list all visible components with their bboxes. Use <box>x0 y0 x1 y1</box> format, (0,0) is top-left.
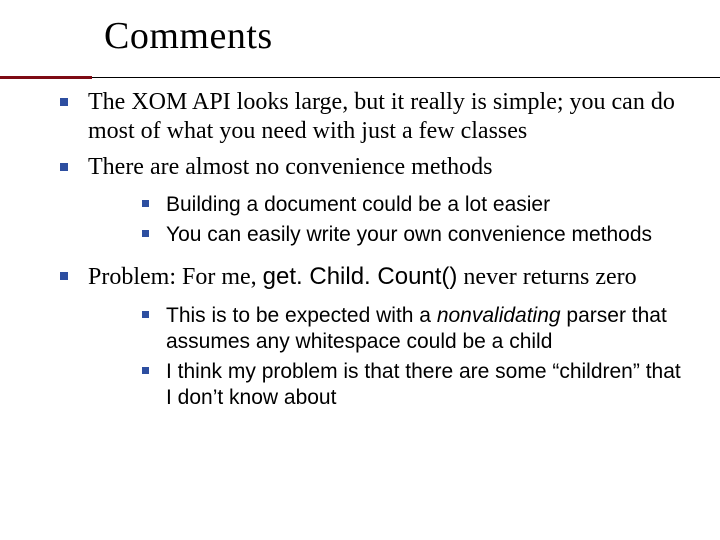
bullet-item: Problem: For me, get. Child. Count() nev… <box>58 262 692 411</box>
sub-bullet-item: You can easily write your own convenienc… <box>140 222 692 248</box>
bullet-text: There are almost no convenience methods <box>88 154 493 180</box>
emphasis: nonvalidating <box>437 304 561 327</box>
sub-bullet-item: I think my problem is that there are som… <box>140 359 692 412</box>
bullet-item: The XOM API looks large, but it really i… <box>58 88 692 147</box>
sub-bullet-item: This is to be expected with a nonvalidat… <box>140 303 692 356</box>
sub-bullet-text: I think my problem is that there are som… <box>166 360 681 409</box>
title-area: Comments <box>0 14 720 62</box>
bullet-item: There are almost no convenience methods … <box>58 153 692 249</box>
sub-bullet-text: Building a document could be a lot easie… <box>166 193 550 216</box>
bullet-text: The XOM API looks large, but it really i… <box>88 89 675 144</box>
bullet-text-pre: Problem: For me, <box>88 264 263 290</box>
sub-bullet-list: This is to be expected with a nonvalidat… <box>88 303 692 412</box>
slide: Comments The XOM API looks large, but it… <box>0 0 720 540</box>
code-span: get. Child. Count() <box>263 263 458 290</box>
slide-title: Comments <box>104 14 720 58</box>
sub-bullet-list: Building a document could be a lot easie… <box>88 192 692 249</box>
divider-rule <box>92 77 720 78</box>
bullet-text-post: never returns zero <box>457 264 636 290</box>
sub-bullet-text-pre: This is to be expected with a <box>166 304 437 327</box>
bullet-list: The XOM API looks large, but it really i… <box>58 88 692 412</box>
accent-rule <box>0 76 92 79</box>
sub-bullet-text: You can easily write your own convenienc… <box>166 223 652 246</box>
content-area: The XOM API looks large, but it really i… <box>58 88 692 426</box>
sub-bullet-item: Building a document could be a lot easie… <box>140 192 692 218</box>
